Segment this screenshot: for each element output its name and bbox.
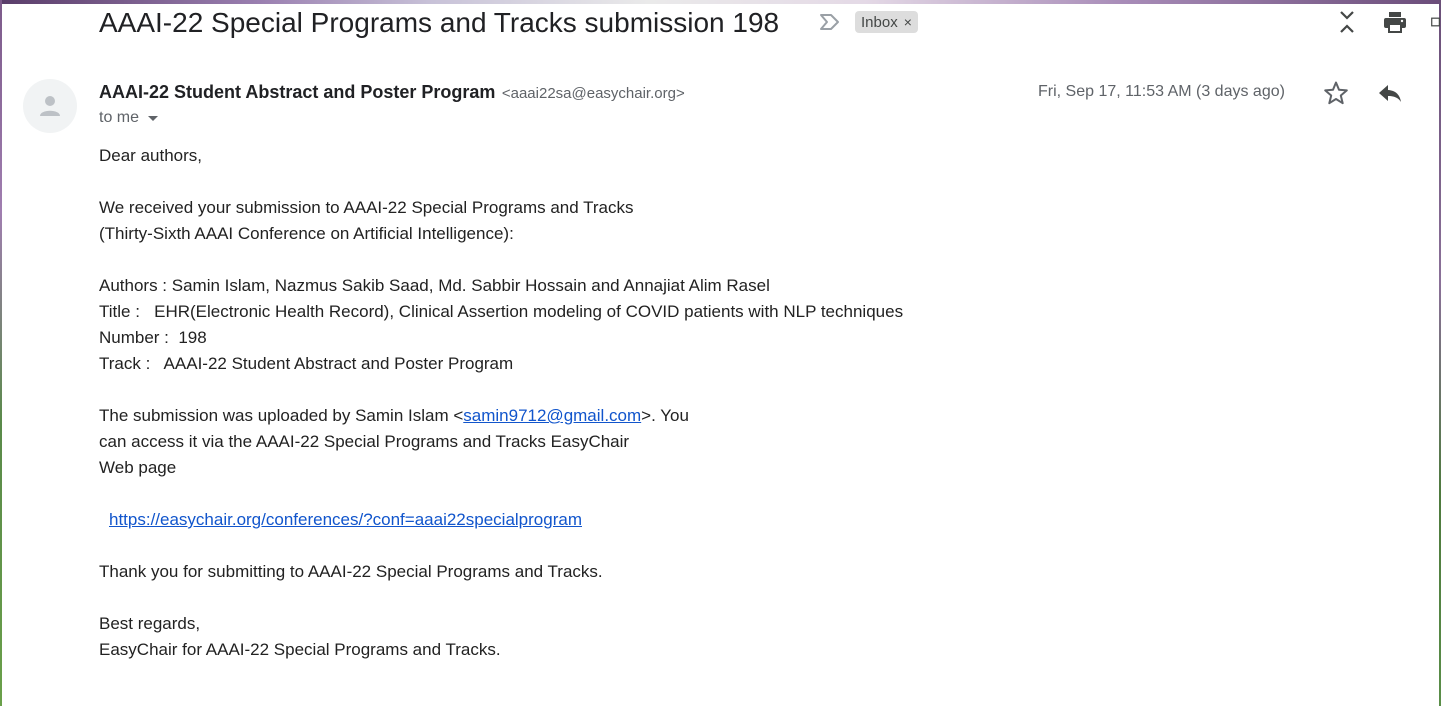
recipient-details-toggle[interactable]: to me xyxy=(99,107,159,129)
uploader-email-link[interactable]: samin9712@gmail.com xyxy=(463,406,641,425)
collapse-all-icon[interactable] xyxy=(1334,9,1360,35)
body-authors: Authors : Samin Islam, Nazmus Sakib Saad… xyxy=(99,276,770,295)
reply-icon[interactable] xyxy=(1376,79,1404,107)
body-closing-1: Best regards, xyxy=(99,614,201,633)
sender-line: AAAI-22 Student Abstract and Poster Prog… xyxy=(99,80,685,106)
email-subject: AAAI-22 Special Programs and Tracks subm… xyxy=(99,7,780,38)
upload-suffix: >. You xyxy=(641,406,689,425)
label-text: Inbox xyxy=(861,13,898,31)
body-greeting: Dear authors, xyxy=(99,146,202,165)
remove-label-button[interactable]: × xyxy=(904,14,912,30)
body-title: Title : EHR(Electronic Health Record), C… xyxy=(99,302,904,321)
star-icon[interactable] xyxy=(1322,79,1350,107)
body-intro-line-1: We received your submission to AAAI-22 S… xyxy=(99,198,634,217)
email-date: Fri, Sep 17, 11:53 AM (3 days ago) xyxy=(1038,83,1285,100)
wallpaper-edge-left xyxy=(0,0,2,706)
email-body: Dear authors, We received your submissio… xyxy=(99,143,1399,663)
body-thanks: Thank you for submitting to AAAI-22 Spec… xyxy=(99,562,603,581)
body-access-line-1: can access it via the AAAI-22 Special Pr… xyxy=(99,432,630,451)
avatar-person-icon xyxy=(40,96,60,116)
conference-url-link[interactable]: https://easychair.org/conferences/?conf=… xyxy=(109,510,582,529)
recipient-text: to me xyxy=(99,109,140,126)
sender-email: <aaai22sa@easychair.org> xyxy=(501,85,685,102)
body-intro-line-2: (Thirty-Sixth AAAI Conference on Artific… xyxy=(99,224,514,243)
body-number: Number : 198 xyxy=(99,328,207,347)
importance-marker-icon[interactable] xyxy=(819,12,841,32)
body-access-line-2: Web page xyxy=(99,458,177,477)
sender-name[interactable]: AAAI-22 Student Abstract and Poster Prog… xyxy=(99,82,495,102)
inbox-label-chip: Inbox × xyxy=(855,11,918,33)
print-icon[interactable] xyxy=(1382,9,1408,35)
wallpaper-edge-top xyxy=(0,0,1441,4)
sender-avatar[interactable] xyxy=(23,79,77,133)
body-track: Track : AAAI-22 Student Abstract and Pos… xyxy=(99,354,514,373)
body-upload-line: The submission was uploaded by Samin Isl… xyxy=(99,403,1399,429)
caret-down-icon[interactable] xyxy=(147,115,159,123)
body-closing-2: EasyChair for AAAI-22 Special Programs a… xyxy=(99,640,501,659)
new-window-icon[interactable] xyxy=(1429,9,1441,35)
upload-prefix: The submission was uploaded by Samin Isl… xyxy=(99,406,464,425)
